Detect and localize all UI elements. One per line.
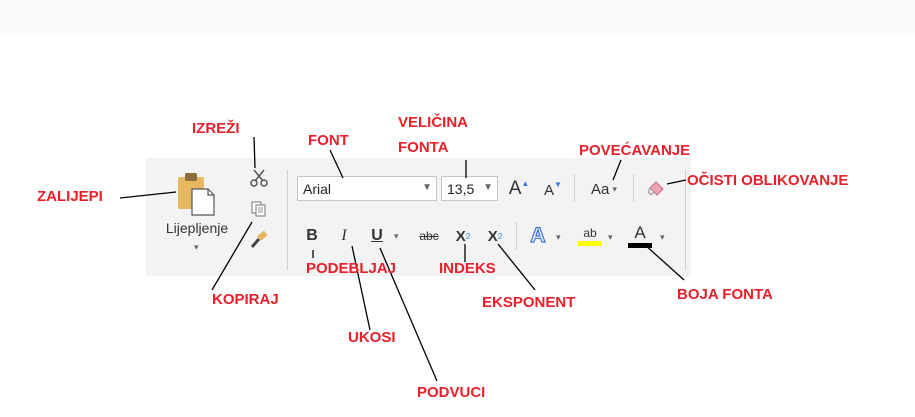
- annotation-font-size-line1: VELIČINA: [398, 114, 469, 131]
- annotation-font-size-line2: FONTA: [398, 139, 449, 156]
- annotation-grow: POVEĆAVANJE: [579, 142, 691, 159]
- annotation-italic: UKOSI: [348, 329, 396, 346]
- annotation-paste: ZALIJEPI: [37, 188, 103, 205]
- annotation-leader-lines: [119, 136, 687, 382]
- annotation-superscript: EKSPONENT: [482, 294, 576, 311]
- annotation-copy: KOPIRAJ: [212, 291, 279, 308]
- annotation-subscript: INDEKS: [439, 260, 496, 277]
- annotation-font: FONT: [308, 132, 349, 149]
- annotation-font-color: BOJA FONTA: [677, 286, 773, 303]
- annotation-clear-formatting: OČISTI OBLIKOVANJE: [687, 172, 849, 189]
- annotation-cut: IZREŽI: [192, 120, 240, 137]
- annotation-underline: PODVUCI: [417, 384, 486, 401]
- annotation-bold: PODEBLJAJ: [306, 260, 397, 277]
